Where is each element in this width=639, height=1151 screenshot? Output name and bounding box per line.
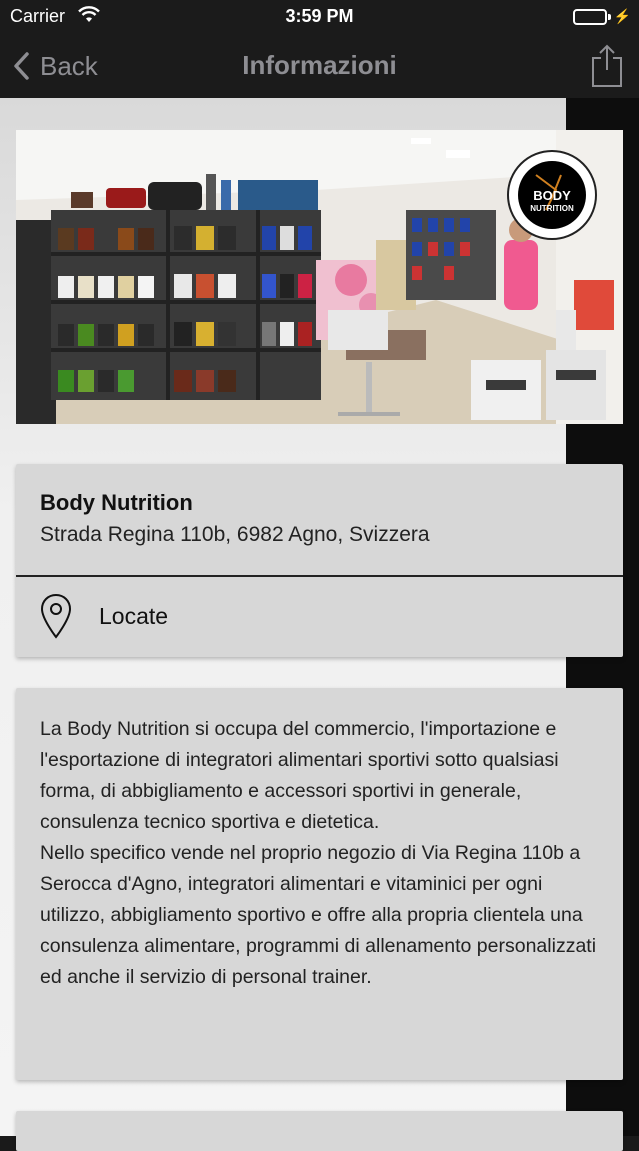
map-pin-icon (40, 593, 72, 644)
page-title: Informazioni (242, 50, 397, 80)
store-info-card: Body Nutrition Strada Regina 110b, 6982 … (16, 464, 623, 657)
status-bar: Carrier 3:59 PM ⚡ (0, 0, 639, 34)
navigation-bar: Back Informazioni (0, 34, 639, 98)
battery-icon: ⚡ (572, 8, 631, 25)
description-card: La Body Nutrition si occupa del commerci… (16, 688, 623, 1080)
locate-label: Locate (99, 603, 169, 629)
store-photo: BODY NUTRITION (16, 130, 623, 424)
logo-text-line1: BODY (533, 188, 571, 203)
store-address: Strada Regina 110b, 6982 Agno, Svizzera (40, 523, 430, 546)
next-card (16, 1111, 623, 1151)
description-text: La Body Nutrition si occupa del commerci… (40, 714, 600, 993)
description-paragraph-2: Nello specifico vende nel proprio negozi… (40, 842, 597, 988)
share-icon[interactable] (589, 42, 625, 88)
logo-text-line2: NUTRITION (530, 204, 574, 213)
clock: 3:59 PM (285, 6, 354, 26)
content-area: BODY NUTRITION Body Nutrition Strada Reg… (0, 98, 623, 1151)
store-name: Body Nutrition (40, 490, 193, 515)
description-paragraph-1: La Body Nutrition si occupa del commerci… (40, 718, 559, 833)
locate-button[interactable]: Locate (16, 577, 623, 657)
